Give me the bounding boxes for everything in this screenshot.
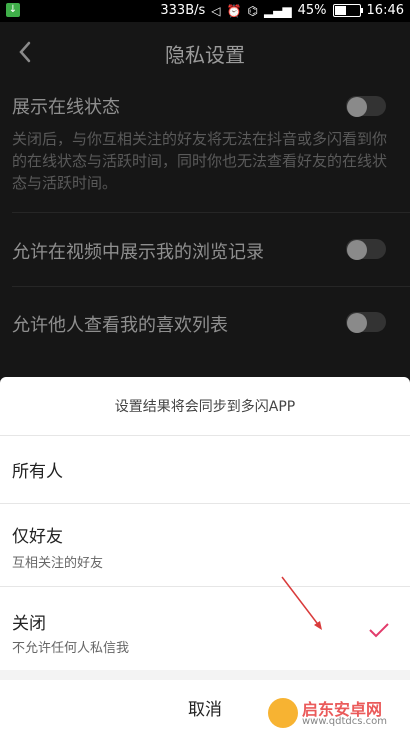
browse-history-toggle[interactable] bbox=[346, 239, 386, 260]
mute-icon: ◁ bbox=[211, 3, 221, 18]
divider bbox=[12, 212, 410, 213]
option-friends-only[interactable]: 仅好友 互相关注的好友 bbox=[0, 504, 410, 587]
online-status-description: 关闭后，与你互相关注的好友将无法在抖音或多闪看到你的在线状态与活跃时间，同时你也… bbox=[12, 130, 388, 192]
battery-percent: 45% bbox=[297, 3, 327, 18]
network-speed: 333B/s bbox=[160, 3, 206, 18]
page-title: 隐私设置 bbox=[165, 43, 245, 67]
privacy-option-sheet: 设置结果将会同步到多闪APP 所有人 仅好友 互相关注的好友 关闭 不允许任何人… bbox=[0, 377, 410, 742]
wifi-icon: ⌬ bbox=[247, 3, 258, 18]
watermark-url: www.qdtdcs.com bbox=[302, 716, 388, 727]
setting-label: 展示在线状态 bbox=[12, 97, 120, 118]
option-everyone[interactable]: 所有人 bbox=[0, 435, 410, 504]
setting-like-list[interactable]: 允许他人查看我的喜欢列表 bbox=[12, 311, 398, 337]
online-status-toggle[interactable] bbox=[346, 96, 386, 117]
option-subtitle: 互相关注的好友 bbox=[12, 556, 104, 571]
divider bbox=[12, 286, 410, 287]
setting-browse-history[interactable]: 允许在视频中展示我的浏览记录 bbox=[12, 238, 398, 264]
watermark: 启东安卓网 www.qdtdcs.com bbox=[268, 696, 404, 732]
signal-icon: ▂▄▆ bbox=[263, 3, 292, 18]
header: 隐私设置 bbox=[0, 22, 410, 84]
option-off[interactable]: 关闭 不允许任何人私信我 bbox=[0, 587, 410, 669]
alarm-icon: ⏰ bbox=[226, 3, 242, 18]
option-title: 所有人 bbox=[12, 462, 63, 482]
option-title: 仅好友 bbox=[12, 527, 63, 547]
app-notification-icon: ↓ bbox=[6, 3, 20, 17]
checkmark-icon bbox=[369, 623, 389, 638]
battery-icon bbox=[332, 4, 363, 17]
status-bar: ↓ 333B/s ◁ ⏰ ⌬ ▂▄▆ 45% 16:46 bbox=[0, 0, 410, 22]
watermark-logo-icon bbox=[268, 698, 298, 728]
setting-label: 允许他人查看我的喜欢列表 bbox=[12, 315, 228, 336]
sheet-header: 设置结果将会同步到多闪APP bbox=[0, 377, 410, 436]
setting-online-status[interactable]: 展示在线状态 bbox=[12, 93, 398, 119]
clock: 16:46 bbox=[366, 3, 404, 18]
option-subtitle: 不允许任何人私信我 bbox=[12, 641, 130, 656]
like-list-toggle[interactable] bbox=[346, 312, 386, 333]
setting-label: 允许在视频中展示我的浏览记录 bbox=[12, 242, 264, 263]
option-title: 关闭 bbox=[12, 614, 46, 634]
